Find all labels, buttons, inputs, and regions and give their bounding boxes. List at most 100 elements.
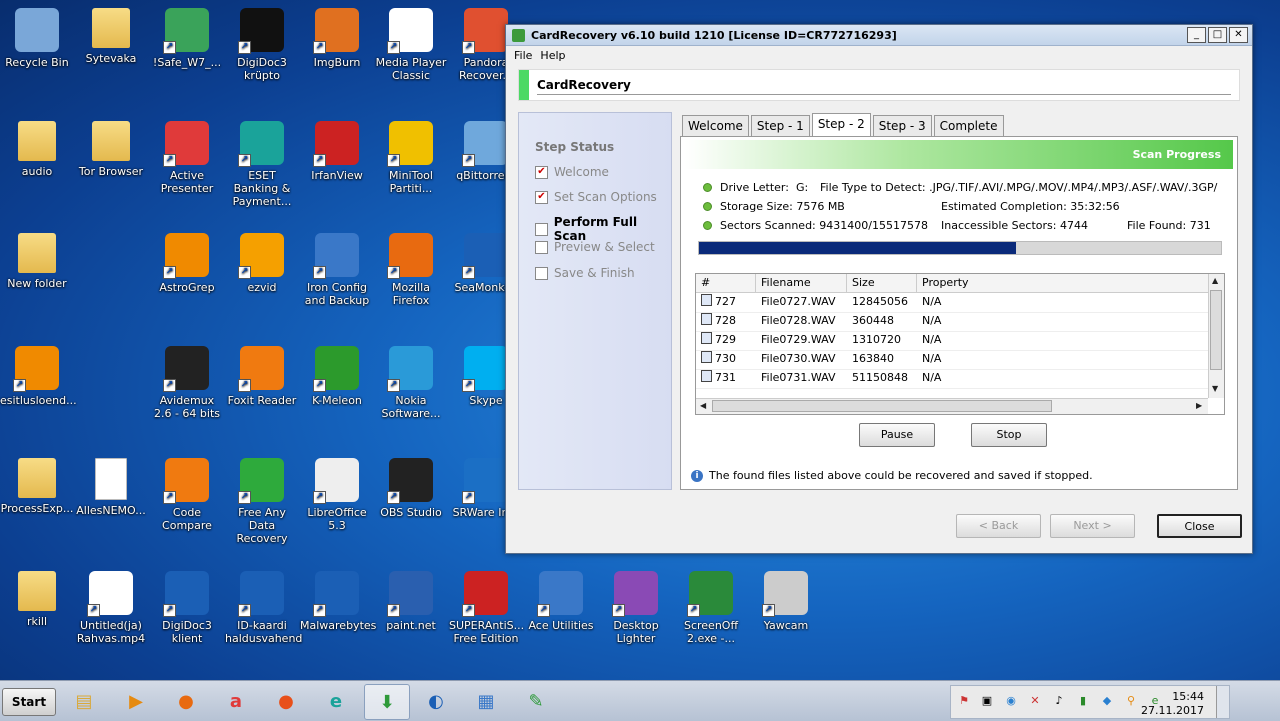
desktop-icon[interactable]: ↗ Avidemux 2.6 - 64 bits — [150, 340, 224, 420]
cell-text: N/A — [922, 352, 942, 365]
taskbar-seamonkey-icon[interactable]: ◐ — [414, 684, 458, 718]
title-bar[interactable]: CardRecovery v6.10 build 1210 [License I… — [506, 25, 1252, 46]
desktop-icon[interactable]: ↗ Yawcam — [749, 565, 823, 632]
taskbar-notepad-icon[interactable]: ✎ — [514, 684, 558, 718]
bluetooth-icon[interactable]: ◉ — [1004, 694, 1018, 708]
desktop-icon[interactable]: ↗ Untitled(ja) Rahvas.mp4 — [74, 565, 148, 645]
start-button[interactable]: Start — [2, 688, 56, 716]
taskbar-explorer-icon[interactable]: ▤ — [62, 684, 106, 718]
tab-step-2[interactable]: Step - 2 — [811, 113, 871, 136]
table-row[interactable]: 727 File0727.WAV 12845056 N/A — [696, 293, 1208, 313]
wav-file-icon — [701, 370, 712, 382]
device-icon[interactable]: ▣ — [980, 694, 994, 708]
desktop-icon[interactable]: ↗ Nokia Software... — [374, 340, 448, 420]
flag-icon[interactable]: ⚑ — [957, 694, 971, 708]
menu-file[interactable]: File — [510, 49, 536, 62]
scroll-left-icon[interactable]: ◀ — [700, 401, 706, 410]
table-vertical-scrollbar[interactable]: ▲ ▼ — [1208, 274, 1224, 398]
desktop-icon[interactable]: ↗ ezvid — [225, 227, 299, 294]
desktop-icon[interactable]: ↗ ScreenOff 2.exe -... — [674, 565, 748, 645]
desktop-icon[interactable]: audio — [0, 115, 74, 178]
taskbar-firefox-icon[interactable]: ● — [264, 684, 308, 718]
desktop-icon[interactable]: ↗ Ace Utilities — [524, 565, 598, 632]
desktop-icon[interactable]: ↗ Free Any Data Recovery — [225, 452, 299, 545]
scroll-right-icon[interactable]: ▶ — [1196, 401, 1202, 410]
taskbar-firefox-icon[interactable]: ● — [164, 684, 208, 718]
minimize-button[interactable]: _ — [1187, 27, 1206, 43]
column-header-property[interactable]: Property — [917, 274, 1208, 292]
desktop-icon[interactable]: ↗ paint.net — [374, 565, 448, 632]
tab-complete[interactable]: Complete — [933, 115, 1004, 136]
desktop-icon[interactable]: ↗ AstroGrep — [150, 227, 224, 294]
vertical-scroll-thumb[interactable] — [1210, 290, 1222, 370]
desktop-icon[interactable]: ↗ Foxit Reader — [225, 340, 299, 407]
taskbar-cardrecovery-icon[interactable]: ⬇ — [364, 684, 410, 720]
desktop-icon[interactable]: ↗ Active Presenter — [150, 115, 224, 195]
table-row[interactable]: 728 File0728.WAV 360448 N/A — [696, 312, 1208, 332]
show-desktop-button[interactable] — [1216, 686, 1229, 718]
table-row[interactable]: 729 File0729.WAV 1310720 N/A — [696, 331, 1208, 351]
horizontal-scroll-thumb[interactable] — [712, 400, 1052, 412]
desktop-icon[interactable]: ↗ Code Compare — [150, 452, 224, 532]
ace-utilities-icon: ↗ — [537, 571, 583, 617]
network-icon[interactable]: ✕ — [1028, 694, 1042, 708]
desktop-icon[interactable]: ↗ Media Player Classic — [374, 2, 448, 82]
column-header-filename[interactable]: Filename — [756, 274, 847, 292]
column-header-number[interactable]: # — [696, 274, 756, 292]
close-button[interactable]: Close — [1157, 514, 1242, 538]
desktop-icon[interactable]: ↗ ID-kaardi haldusvahend — [225, 565, 302, 645]
desktop-icon[interactable]: ↗ Iron Config and Backup — [300, 227, 374, 307]
desktop-icon[interactable]: ↗ Mozilla Firefox — [374, 227, 448, 307]
search-icon[interactable]: ⚲ — [1124, 694, 1138, 708]
next-button[interactable]: Next > — [1050, 514, 1135, 538]
desktop-icon[interactable]: ↗ Desktop Lighter — [599, 565, 673, 645]
desktop-icon[interactable]: Tor Browser — [74, 115, 148, 178]
battery-icon[interactable]: ▮ — [1076, 694, 1090, 708]
desktop-icon[interactable]: ↗ ImgBurn — [300, 2, 374, 69]
desktop-icon[interactable]: ↗ DigiDoc3 krüpto — [225, 2, 299, 82]
desktop-icon[interactable]: ↗ MiniTool Partiti... — [374, 115, 448, 195]
shortcut-arrow-icon: ↗ — [462, 154, 475, 167]
desktop-icon[interactable]: ↗ !Safe_W7_... — [150, 2, 224, 69]
desktop-icon[interactable]: ↗ LibreOffice 5.3 — [300, 452, 374, 532]
tab-step-3[interactable]: Step - 3 — [872, 115, 932, 136]
tab-welcome[interactable]: Welcome — [682, 115, 749, 136]
volume-icon[interactable]: ♪ — [1052, 694, 1066, 708]
desktop-icon[interactable]: ↗ IrfanView — [300, 115, 374, 182]
table-horizontal-scrollbar[interactable]: ◀ ▶ — [696, 398, 1208, 414]
menu-help[interactable]: Help — [536, 49, 569, 62]
desktop-icon[interactable]: ProcessExp... — [0, 452, 74, 515]
scroll-up-icon[interactable]: ▲ — [1212, 276, 1218, 285]
desktop-icon[interactable]: ↗ DigiDoc3 klient — [150, 565, 224, 645]
desktop-icon[interactable]: ↗ SUPERAntiS... Free Edition — [449, 565, 524, 645]
stop-button[interactable]: Stop — [971, 423, 1047, 447]
desktop-icon[interactable]: ↗ esitlusloend... — [0, 340, 77, 407]
files-found-label: File Found: — [1127, 219, 1187, 232]
desktop-icon[interactable]: ↗ ESET Banking & Payment... — [225, 115, 299, 208]
desktop-icon[interactable]: rkill — [0, 565, 74, 628]
scroll-down-icon[interactable]: ▼ — [1212, 384, 1218, 393]
desktop-icon[interactable]: ↗ OBS Studio — [374, 452, 448, 519]
desktop-icon[interactable]: Recycle Bin — [0, 2, 74, 69]
table-row[interactable]: 731 File0731.WAV 51150848 N/A — [696, 369, 1208, 389]
back-button[interactable]: < Back — [956, 514, 1041, 538]
taskbar-media-player-icon[interactable]: ▶ — [114, 684, 158, 718]
found-files-table[interactable]: # Filename Size Property 727 File0727.WAV… — [695, 273, 1225, 415]
taskbar-control-panel-icon[interactable]: ▦ — [464, 684, 508, 718]
desktop-icon[interactable]: ↗ K-Meleon — [300, 340, 374, 407]
table-row[interactable]: 730 File0730.WAV 163840 N/A — [696, 350, 1208, 370]
sectors-scanned-label: Sectors Scanned: — [720, 219, 816, 232]
column-header-size[interactable]: Size — [847, 274, 917, 292]
maximize-button[interactable]: □ — [1208, 27, 1227, 43]
close-window-button[interactable]: ✕ — [1229, 27, 1248, 43]
shield-icon[interactable]: ◆ — [1100, 694, 1114, 708]
desktop-icon[interactable]: New folder — [0, 227, 74, 290]
desktop-icon[interactable]: AllesNEMO... — [74, 452, 148, 517]
taskbar-activepresenter-icon[interactable]: a — [214, 684, 258, 718]
desktop-icon[interactable]: ↗ Malwarebytes — [300, 565, 376, 632]
tab-step-1[interactable]: Step - 1 — [750, 115, 810, 136]
pause-button[interactable]: Pause — [859, 423, 935, 447]
desktop-icon[interactable]: Sytevaka — [74, 2, 148, 65]
taskbar-eset-icon[interactable]: e — [314, 684, 358, 718]
clock[interactable]: 15:44 27.11.2017 — [1141, 690, 1204, 718]
